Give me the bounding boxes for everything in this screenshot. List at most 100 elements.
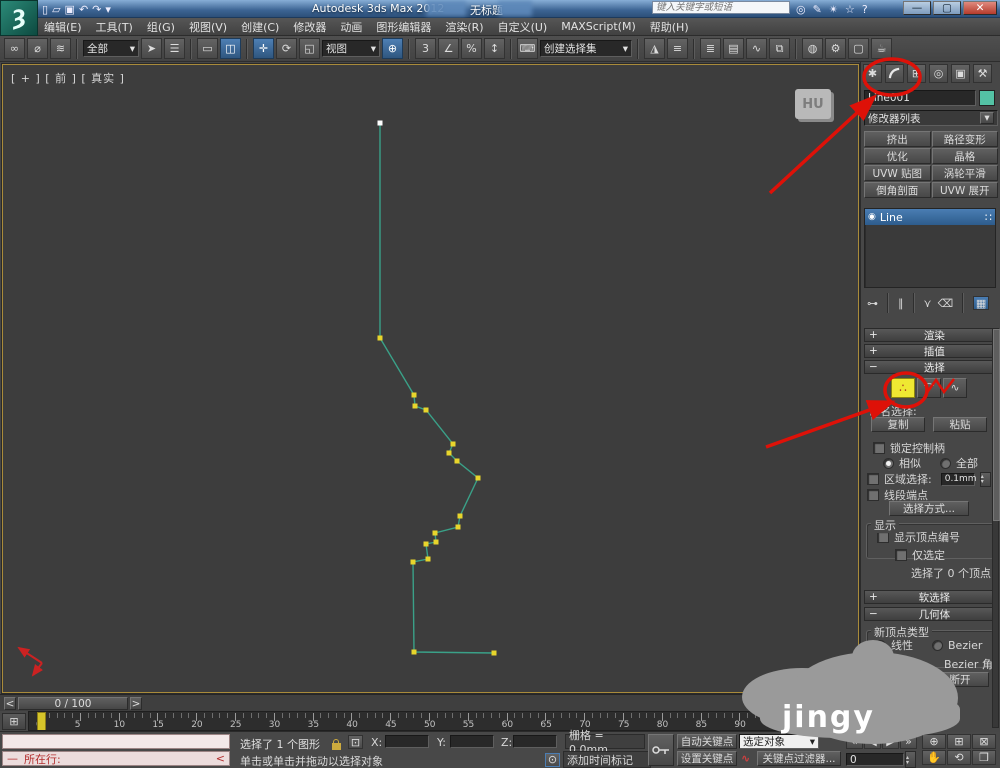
all-radio[interactable]: [940, 457, 951, 469]
zoom-button[interactable]: ⊕: [922, 734, 946, 749]
close-button[interactable]: ✕: [963, 1, 997, 15]
modifier-extrude-button[interactable]: 挤出: [864, 131, 931, 147]
menu-help[interactable]: 帮助(H): [650, 19, 689, 35]
sub-object-spline-button[interactable]: ∿: [943, 378, 967, 398]
rectangular-selection-region-button[interactable]: ▭: [197, 38, 218, 59]
select-and-scale-button[interactable]: ◱: [299, 38, 320, 59]
reference-coordinate-dropdown[interactable]: 视图 ▾: [322, 40, 380, 57]
area-selection-spinner[interactable]: ▴ ▾: [979, 471, 991, 487]
select-by-name-button[interactable]: ☰: [164, 38, 185, 59]
modifier-bevel-profile-button[interactable]: 倒角剖面: [864, 182, 931, 198]
rollout-interpolation[interactable]: + 插值: [864, 344, 996, 358]
paste-button[interactable]: 粘贴: [933, 417, 987, 432]
open-file-icon[interactable]: ▱: [52, 3, 60, 16]
menu-customize[interactable]: 自定义(U): [498, 19, 548, 35]
linear-radio[interactable]: [875, 639, 886, 651]
spinner-snap-button[interactable]: ↕: [484, 38, 505, 59]
curve-editor-button[interactable]: ∿: [746, 38, 767, 59]
rollout-selection[interactable]: − 选择: [864, 360, 996, 374]
help-icon[interactable]: ?: [862, 3, 868, 16]
segment-end-checkbox[interactable]: [867, 489, 879, 501]
layer-manager-button[interactable]: ≣: [700, 38, 721, 59]
set-keys-big-button[interactable]: [648, 734, 674, 766]
new-file-icon[interactable]: ▯: [42, 3, 48, 16]
area-selection-value[interactable]: 0.1mm: [940, 472, 977, 486]
frame-spinner[interactable]: ▴ ▾: [905, 751, 916, 768]
stack-item-line[interactable]: ◉ Line ∷: [865, 209, 995, 225]
subscription-icon[interactable]: ✎: [813, 3, 822, 16]
maxscript-listener-line[interactable]: — 所在行: <: [2, 751, 230, 766]
object-name-field[interactable]: Line001: [864, 90, 976, 106]
mirror-button[interactable]: ◮: [644, 38, 665, 59]
search-input[interactable]: [652, 1, 790, 14]
panel-scrollbar[interactable]: [992, 328, 1000, 728]
selection-filter-dropdown[interactable]: 全部 ▾: [83, 40, 139, 57]
select-and-move-button[interactable]: ✛: [253, 38, 274, 59]
maxscript-listener-input[interactable]: [2, 734, 230, 749]
spinner-down-icon[interactable]: ▾: [981, 479, 990, 485]
remove-modifier-icon[interactable]: ⌫: [938, 297, 954, 310]
app-logo[interactable]: Ȝ: [0, 0, 38, 36]
current-frame-field[interactable]: 0: [846, 753, 904, 766]
time-slider-next-button[interactable]: >: [130, 697, 142, 710]
go-to-start-button[interactable]: «: [846, 734, 863, 749]
key-filters-button[interactable]: 关键点过滤器...: [757, 751, 841, 766]
maximize-viewport-toggle[interactable]: ❒: [972, 750, 996, 765]
modifier-unwrap-uvw-button[interactable]: UVW 展开: [931, 182, 998, 198]
rollout-soft-selection[interactable]: + 软选择: [864, 590, 996, 604]
tab-modify[interactable]: [885, 64, 904, 83]
track-bar-ruler[interactable]: 0510152025303540455055606570758085909510…: [28, 711, 860, 731]
menu-maxscript[interactable]: MAXScript(M): [561, 20, 636, 33]
configure-modifier-sets-icon[interactable]: ▦: [973, 296, 990, 310]
area-selection-checkbox[interactable]: [867, 473, 879, 485]
key-filter-scope-dropdown[interactable]: 选定对象 ▾: [739, 734, 819, 749]
object-color-swatch[interactable]: [979, 90, 995, 106]
play-button[interactable]: ▶: [882, 734, 899, 749]
schematic-view-button[interactable]: ⧉: [769, 38, 790, 59]
modifier-uvw-map-button[interactable]: UVW 贴图: [864, 165, 931, 181]
spinner-down-icon[interactable]: ▾: [906, 759, 915, 765]
previous-frame-button[interactable]: ◀: [864, 734, 881, 749]
time-slider-prev-button[interactable]: <: [4, 697, 16, 710]
use-pivot-center-button[interactable]: ⊕: [382, 38, 403, 59]
modifier-turbosmooth-button[interactable]: 涡轮平滑: [931, 165, 998, 181]
x-coordinate-field[interactable]: [385, 735, 429, 748]
named-selection-set-dropdown[interactable]: 创建选择集 ▾: [540, 40, 632, 57]
snap-toggle-3d-button[interactable]: 3: [415, 38, 436, 59]
orbit-button[interactable]: ⟲: [947, 750, 971, 765]
tab-motion[interactable]: ◎: [929, 64, 948, 83]
menu-rendering[interactable]: 渲染(R): [445, 19, 483, 35]
redo-icon[interactable]: ↷: [92, 3, 101, 16]
material-editor-button[interactable]: ◍: [802, 38, 823, 59]
menu-graph-editors[interactable]: 图形编辑器: [376, 19, 431, 35]
mini-curve-editor-button[interactable]: ⊞: [2, 713, 26, 730]
set-key-button[interactable]: 设置关键点: [677, 751, 737, 766]
zoom-all-button[interactable]: ⊞: [947, 734, 971, 749]
align-button[interactable]: ≡: [667, 38, 688, 59]
minimize-button[interactable]: —: [903, 1, 931, 15]
angle-snap-button[interactable]: ∠: [438, 38, 459, 59]
auto-key-button[interactable]: 自动关键点: [677, 734, 737, 749]
save-file-icon[interactable]: ▣: [65, 3, 75, 16]
menu-edit[interactable]: 编辑(E): [44, 19, 82, 35]
add-time-tag-bar[interactable]: 添加时间标记: [563, 751, 651, 768]
undo-icon[interactable]: ↶: [79, 3, 88, 16]
menu-animation[interactable]: 动画: [340, 19, 362, 35]
render-production-button[interactable]: ☕: [871, 38, 892, 59]
communication-center-icon[interactable]: ✴: [829, 3, 838, 16]
panel-scrollbar-thumb[interactable]: [993, 329, 1000, 521]
alike-radio[interactable]: [883, 457, 894, 469]
time-slider-handle[interactable]: 0 / 100: [18, 697, 128, 710]
bezier-radio[interactable]: [932, 639, 943, 651]
unlink-selection-button[interactable]: ⌀: [27, 38, 48, 59]
rollout-geometry[interactable]: − 几何体: [864, 607, 996, 621]
qat-customize-icon[interactable]: ▾: [105, 3, 111, 16]
selection-lock-icon[interactable]: [332, 739, 341, 750]
break-button[interactable]: 断开: [931, 672, 989, 687]
viewport-front[interactable]: [ + ] [ 前 ] [ 真实 ] HU: [1, 63, 860, 694]
tab-create[interactable]: ✱: [863, 64, 882, 83]
menu-views[interactable]: 视图(V): [189, 19, 227, 35]
select-by-button[interactable]: 选择方式...: [889, 501, 969, 516]
select-object-button[interactable]: ➤: [141, 38, 162, 59]
render-setup-button[interactable]: ⚙: [825, 38, 846, 59]
